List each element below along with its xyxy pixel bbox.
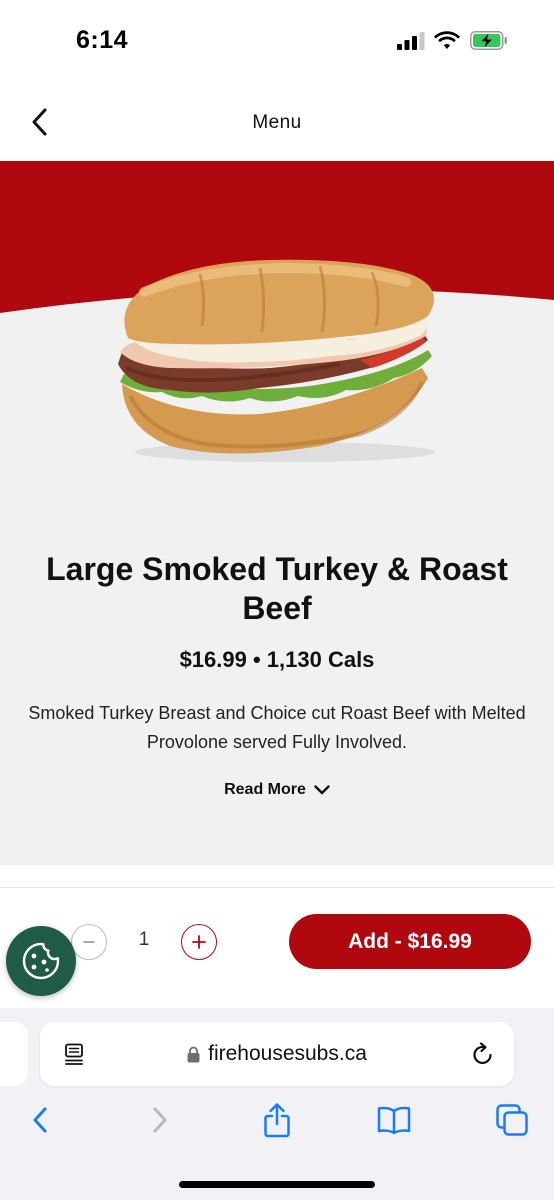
sandwich-image xyxy=(118,259,435,462)
address-bar[interactable]: firehousesubs.ca xyxy=(40,1022,514,1086)
plus-icon xyxy=(192,935,206,949)
status-bar: 6:14 xyxy=(0,0,554,80)
wifi-icon xyxy=(434,31,460,49)
url-text: firehousesubs.ca xyxy=(208,1042,367,1065)
add-to-order-bar: 1 Add - $16.99 xyxy=(0,888,554,1008)
book-icon xyxy=(377,1106,411,1135)
browser-forward-button[interactable] xyxy=(138,1098,182,1142)
browser-chrome: firehousesubs.ca xyxy=(0,1008,554,1200)
browser-back-button[interactable] xyxy=(18,1098,62,1142)
decrease-quantity-button[interactable] xyxy=(71,924,107,960)
cookie-icon xyxy=(22,942,60,980)
quantity-value: 1 xyxy=(138,929,150,950)
chevron-down-icon xyxy=(314,785,330,795)
minus-icon xyxy=(83,941,95,943)
read-more-link[interactable]: Read More xyxy=(0,781,554,799)
browser-toolbar xyxy=(0,1098,554,1142)
increase-quantity-button[interactable] xyxy=(181,924,217,960)
lock-icon xyxy=(187,1046,200,1062)
read-more-label: Read More xyxy=(224,781,306,798)
page-title: Menu xyxy=(252,112,302,133)
share-button[interactable] xyxy=(255,1098,299,1142)
product-description: Smoked Turkey Breast and Choice cut Roas… xyxy=(28,703,526,752)
status-time: 6:14 xyxy=(76,26,129,54)
chevron-left-icon xyxy=(33,1107,47,1133)
nav-header: Menu xyxy=(0,90,554,156)
share-icon xyxy=(264,1103,290,1138)
cookie-settings-button[interactable] xyxy=(6,926,76,996)
tabs-icon xyxy=(496,1104,528,1136)
battery-charging-icon xyxy=(470,31,507,50)
previous-tab-card[interactable] xyxy=(0,1022,28,1086)
cellular-signal-icon xyxy=(397,32,425,50)
url-display: firehousesubs.ca xyxy=(40,1042,514,1066)
home-indicator xyxy=(179,1181,375,1188)
reload-icon[interactable] xyxy=(470,1041,496,1067)
add-to-order-button[interactable]: Add - $16.99 xyxy=(289,914,531,969)
chevron-right-icon xyxy=(153,1107,167,1133)
tabs-button[interactable] xyxy=(490,1098,534,1142)
product-hero: Large Smoked Turkey & Roast Beef $16.99 … xyxy=(0,161,554,865)
product-title: Large Smoked Turkey & Roast Beef xyxy=(46,551,508,626)
bookmarks-button[interactable] xyxy=(372,1098,416,1142)
price-calories: $16.99 • 1,130 Cals xyxy=(179,647,375,672)
